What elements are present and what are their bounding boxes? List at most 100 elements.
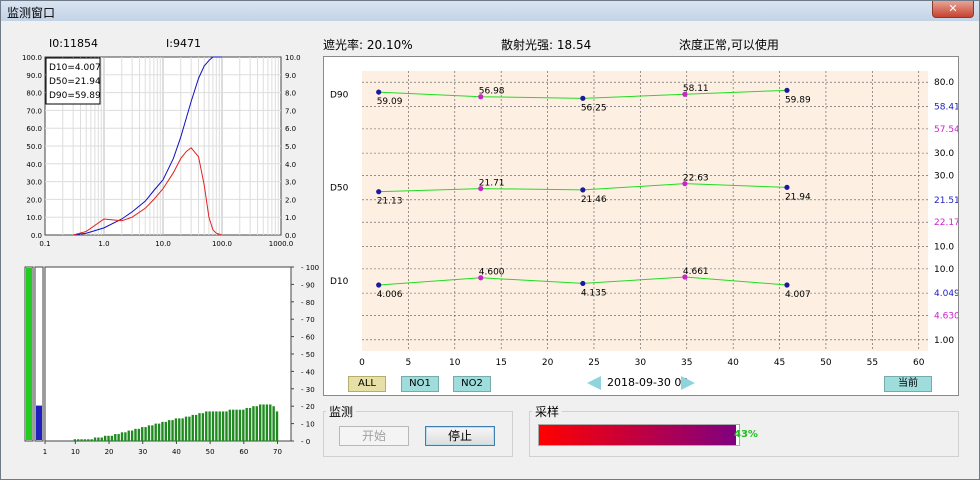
signal-bar	[117, 434, 120, 441]
trend-right-label: 30.0	[934, 149, 954, 159]
trend-x-tick: 20	[542, 358, 554, 368]
signal-y-tick: - 10	[301, 421, 315, 429]
psd-y-left-tick: 0.0	[31, 232, 42, 240]
signal-bar	[154, 423, 157, 441]
psd-y-left-tick: 60.0	[26, 125, 42, 133]
trend-row-label: D10	[330, 277, 349, 287]
signal-bar	[168, 420, 171, 441]
trend-right-label: 4.630	[934, 312, 958, 322]
signal-y-tick: - 20	[301, 403, 315, 411]
signal-bar	[238, 409, 242, 441]
filter-all-button[interactable]: ALL	[348, 376, 386, 392]
filter-no2-button[interactable]: NO2	[453, 376, 491, 392]
trend-right-labels: 80.0 58.41 57.54 30.0 30.0 21.51 22.17 10.0 10.0…	[934, 78, 958, 346]
trend-point-label: 21.71	[479, 179, 505, 189]
signal-bar	[265, 404, 269, 441]
trend-x-tick: 55	[867, 358, 878, 368]
signal-bar	[178, 418, 181, 441]
signal-bar	[87, 439, 90, 441]
close-button[interactable]: ✕	[932, 1, 974, 18]
psd-y-left-tick: 20.0	[26, 196, 42, 204]
trend-point-label: 58.11	[683, 84, 709, 94]
trend-chart: D90 D50 D10 80.0 58.41 57.54 30.0 30.0 21.51 22.…	[330, 71, 958, 368]
signal-bar	[144, 427, 147, 441]
signal-x-tick: 30	[138, 448, 147, 456]
signal-bar	[77, 439, 80, 441]
trend-point-label: 59.89	[785, 95, 811, 105]
signal-bar	[97, 437, 100, 441]
trend-point-label: 4.135	[581, 288, 607, 298]
psd-y-right-tick: 9.0	[285, 72, 296, 80]
psd-y-left-tick: 80.0	[26, 90, 42, 98]
psd-y-left-tick: 10.0	[26, 214, 42, 222]
signal-bar	[232, 409, 235, 441]
trend-right-label: 1.00	[934, 336, 954, 346]
signal-x-tick: 1	[43, 448, 47, 456]
signal-bar	[90, 439, 93, 441]
signal-bar	[248, 407, 252, 441]
psd-x-tick: 1000.0	[269, 240, 294, 248]
signal-bar	[275, 411, 279, 441]
psd-y-right-tick: 7.0	[285, 107, 296, 115]
signal-y-tick: - 30	[301, 386, 315, 394]
trend-row-label: D50	[330, 184, 349, 194]
trend-right-label: 21.51	[934, 196, 958, 206]
trend-x-tick: 35	[681, 358, 692, 368]
signal-bar	[120, 432, 124, 441]
psd-y-left-tick: 50.0	[26, 143, 42, 151]
signal-bar	[141, 427, 144, 441]
monitor-window: 监测窗口 ✕ I0:11854 I:9471 遮光率: 20.10% 散射光强:…	[0, 0, 980, 480]
signal-bar	[107, 435, 110, 441]
start-button[interactable]: 开始	[339, 426, 409, 446]
trend-right-label: 57.54	[934, 125, 958, 135]
signal-bar	[151, 425, 154, 441]
trend-right-label: 22.17	[934, 218, 958, 228]
trend-x-tick: 30	[635, 358, 647, 368]
signal-x-tick: 10	[71, 448, 80, 456]
psd-y-left-tick: 40.0	[26, 161, 42, 169]
stop-button[interactable]: 停止	[425, 426, 495, 446]
psd-x-tick: 100.0	[212, 240, 232, 248]
signal-y-tick: - 70	[301, 316, 315, 324]
signal-bar	[80, 439, 83, 441]
signal-bar	[124, 432, 127, 441]
signal-bar	[93, 437, 97, 441]
d50-value: D50=21.94	[49, 77, 101, 87]
psd-y-right-ticks: 10.0 9.0 8.0 7.0 6.0 5.0 4.0 3.0 2.0 1.0 0.0	[285, 54, 301, 240]
current-button[interactable]: 当前	[884, 376, 932, 392]
psd-x-ticks: 0.1 1.0 10.0 100.0 1000.0	[39, 240, 293, 248]
psd-x-tick: 0.1	[39, 240, 50, 248]
trend-point	[784, 282, 790, 288]
trend-point-label: 21.46	[581, 195, 607, 205]
date-label: 2018-09-30 08	[607, 376, 689, 389]
signal-chart: - 100 - 90 - 80 - 70 - 60 - 50 - 40 - 30 - 20 - 1…	[24, 264, 319, 456]
signal-bar	[164, 421, 167, 441]
filter-no1-button[interactable]: NO1	[401, 376, 439, 392]
trend-x-tick: 25	[588, 358, 599, 368]
signal-y-ticks: - 100 - 90 - 80 - 70 - 60 - 50 - 40 - 30 - 20 - 1…	[291, 264, 319, 446]
signal-bar	[218, 411, 221, 441]
signal-bar	[157, 423, 161, 441]
signal-bar	[211, 411, 215, 441]
trend-right-label: 10.0	[934, 242, 954, 252]
trend-point	[376, 189, 382, 195]
signal-bar	[228, 409, 232, 441]
signal-bar	[272, 406, 275, 441]
signal-bar	[161, 421, 164, 441]
signal-bar	[258, 404, 262, 441]
signal-bar	[201, 413, 205, 441]
prev-arrow-icon[interactable]	[585, 375, 603, 391]
trend-x-tick: 60	[913, 358, 925, 368]
signal-x-tick: 40	[172, 448, 181, 456]
next-arrow-icon[interactable]	[679, 375, 697, 391]
psd-x-tick: 10.0	[155, 240, 171, 248]
psd-y-left-ticks: 100.0 90.0 80.0 70.0 60.0 50.0 40.0 30.0 20.0 10.…	[22, 54, 42, 240]
d10-value: D10=4.007	[49, 63, 101, 73]
psd-y-right-tick: 4.0	[285, 161, 296, 169]
signal-x-tick: 20	[105, 448, 114, 456]
trend-point-label: 22.63	[683, 174, 709, 184]
psd-y-left-tick: 30.0	[26, 179, 42, 187]
status-text: 浓度正常,可以使用	[679, 38, 779, 52]
signal-bar	[110, 435, 114, 441]
signal-y-tick: - 50	[301, 351, 315, 359]
